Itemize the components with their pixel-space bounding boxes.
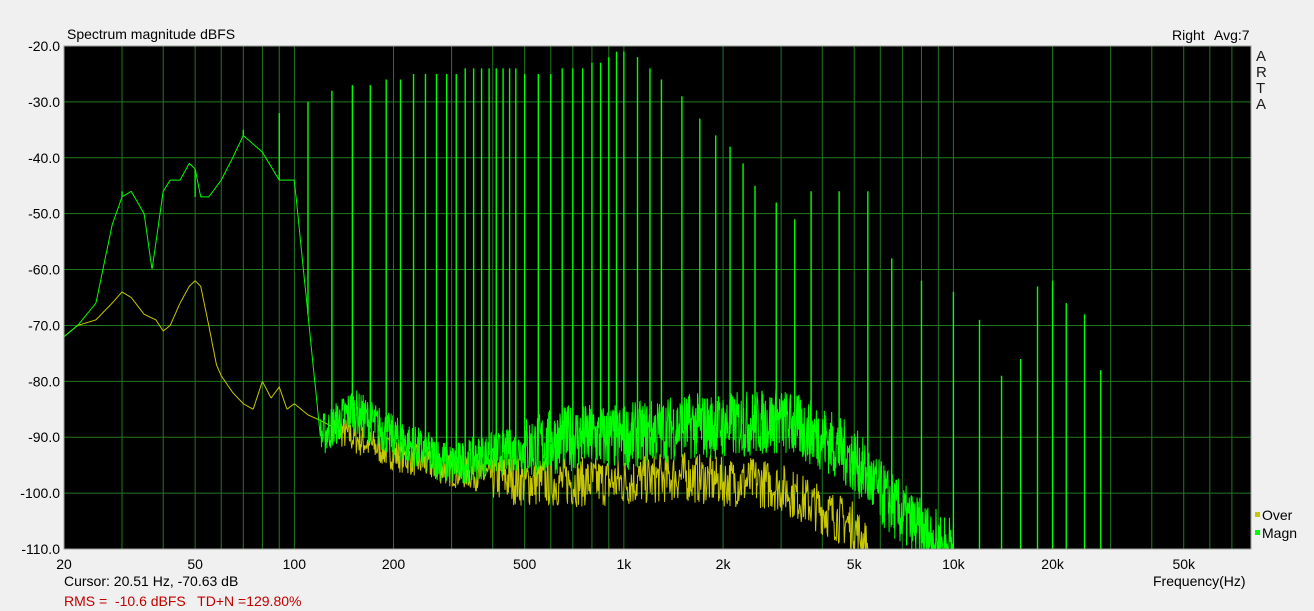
x-tick-label: 200 [382,556,406,572]
x-tick-label: 1k [616,556,632,572]
x-tick-label: 50k [1172,556,1196,572]
y-tick-label: -70.0 [28,317,60,333]
legend-swatch-magn [1255,530,1260,535]
x-axis-label: Frequency(Hz) [1153,573,1246,589]
channel-label: Right [1172,27,1205,43]
x-tick-label: 20k [1041,556,1065,572]
x-tick-label: 20 [56,556,72,572]
y-tick-label: -100.0 [20,485,60,501]
x-tick-label: 100 [283,556,307,572]
y-tick-label: -60.0 [28,262,60,278]
x-tick-label: 50 [187,556,203,572]
legend-label-over: Over [1262,507,1293,523]
y-tick-label: -110.0 [21,541,60,557]
spectrum-chart[interactable]: 20 50 100 200 500 1k 2k 5k 10k 20k 50k -20.0 -30.0 -… [0,0,1314,611]
legend-label-magn: Magn [1262,525,1297,541]
y-tick-label: -20.0 [28,38,60,54]
y-tick-label: -30.0 [28,94,60,110]
y-tick-label: -90.0 [28,429,60,445]
chart-title: Spectrum magnitude dBFS [67,26,235,42]
cursor-readout: Cursor: 20.51 Hz, -70.63 dB [64,573,238,589]
y-tick-label: -50.0 [28,206,60,222]
brand-letter-t: T [1256,80,1265,97]
x-tick-label: 10k [942,556,966,572]
x-tick-label: 5k [847,556,863,572]
rms-readout: RMS = -10.6 dBFS TD+N =129.80% [64,593,301,609]
brand-letter-a1: A [1256,48,1266,65]
x-tick-label: 500 [513,556,537,572]
brand-letter-a2: A [1256,96,1266,113]
x-tick-label: 2k [716,556,732,572]
y-tick-label: -40.0 [28,150,60,166]
average-label: Avg:7 [1214,27,1250,43]
y-tick-label: -80.0 [28,373,60,389]
legend-swatch-over [1255,512,1260,517]
brand-letter-r: R [1256,64,1267,81]
